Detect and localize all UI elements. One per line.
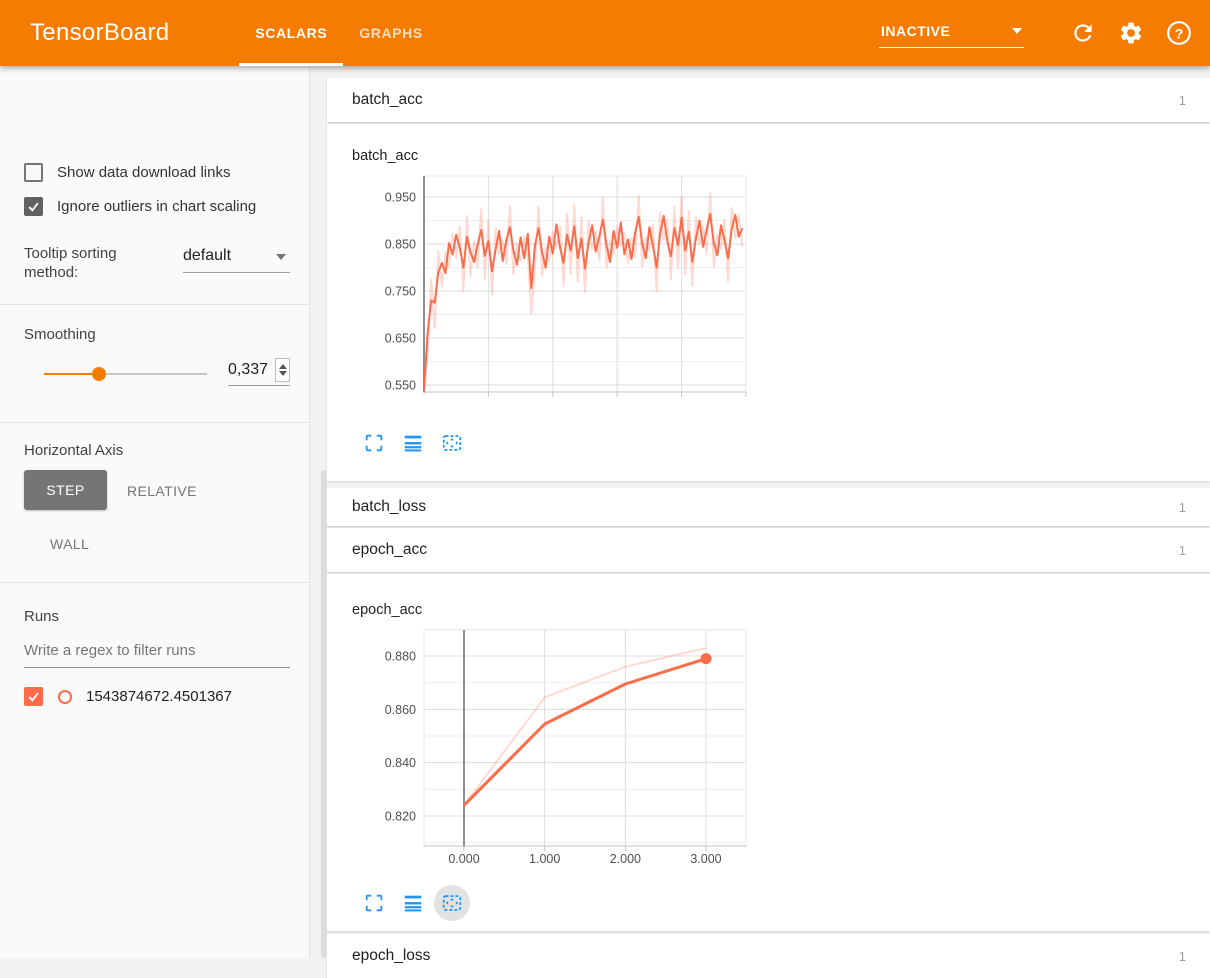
chart-toolbar <box>362 431 774 455</box>
checkbox-show-download-links[interactable]: Show data download links <box>24 163 310 182</box>
settings-gear-icon[interactable] <box>1118 20 1144 46</box>
category-header-batch-loss[interactable]: batch_loss 1 <box>327 488 1210 526</box>
svg-text:0.550: 0.550 <box>385 378 416 392</box>
scrollbar-thumb[interactable] <box>321 470 327 958</box>
divider <box>0 582 310 583</box>
svg-text:0.000: 0.000 <box>448 852 479 866</box>
category-panel-batch-acc: batch_acc 0.550 0.650 0.750 0.850 0.950 <box>327 124 1210 481</box>
expand-chart-icon[interactable] <box>362 891 386 915</box>
svg-text:2.000: 2.000 <box>610 852 641 866</box>
svg-text:3.000: 3.000 <box>690 852 721 866</box>
svg-text:0.840: 0.840 <box>385 756 416 770</box>
svg-text:0.750: 0.750 <box>385 285 416 299</box>
svg-text:1.000: 1.000 <box>529 852 560 866</box>
smoothing-value: 0,337 <box>228 361 275 379</box>
axis-button-wall[interactable]: WALL <box>50 536 89 552</box>
svg-text:0.880: 0.880 <box>385 650 416 664</box>
chart-card-batch-acc: batch_acc 0.550 0.650 0.750 0.850 0.950 <box>344 148 774 455</box>
spinner-up-icon[interactable] <box>279 364 287 369</box>
run-checkbox-checked-icon[interactable] <box>24 687 43 706</box>
tooltip-sorting-value: default <box>183 247 231 272</box>
tab-scalars[interactable]: SCALARS <box>239 0 343 66</box>
horizontal-axis-label: Horizontal Axis <box>24 442 123 459</box>
category-header-epoch-loss[interactable]: epoch_loss 1 <box>327 934 1210 978</box>
chevron-down-icon <box>1012 28 1022 34</box>
chart-title: epoch_acc <box>344 602 774 626</box>
checkbox-unchecked-icon <box>24 163 43 182</box>
fit-domain-icon[interactable] <box>440 431 464 455</box>
category-panel-epoch-acc: epoch_acc 0.820 0.840 0.860 0.880 0.000 1.000… <box>327 574 1210 931</box>
smoothing-label: Smoothing <box>24 326 96 343</box>
number-spinner[interactable] <box>275 358 290 382</box>
run-color-ring-icon <box>58 690 72 704</box>
divider <box>0 304 310 305</box>
app-title: TensorBoard <box>30 19 169 47</box>
category-count-badge: 1 <box>1179 543 1186 558</box>
status-label: INACTIVE <box>881 23 950 39</box>
line-chart-batch-acc[interactable]: 0.550 0.650 0.750 0.850 0.950 <box>344 172 754 402</box>
svg-text:0.850: 0.850 <box>385 238 416 252</box>
line-chart-epoch-acc[interactable]: 0.820 0.840 0.860 0.880 0.000 1.000 2.000 3.000 <box>344 626 754 874</box>
runs-filter-input[interactable] <box>24 642 290 668</box>
category-count-badge: 1 <box>1179 500 1186 515</box>
spinner-down-icon[interactable] <box>279 371 287 376</box>
svg-text:0.820: 0.820 <box>385 810 416 824</box>
category-header-batch-acc[interactable]: batch_acc 1 <box>327 78 1210 122</box>
chart-toolbar <box>362 885 774 921</box>
checkbox-ignore-outliers[interactable]: Ignore outliers in chart scaling <box>24 197 310 216</box>
tab-bar: SCALARS GRAPHS <box>239 0 438 66</box>
axis-button-step[interactable]: STEP <box>24 470 107 510</box>
run-list-item[interactable]: 1543874672.4501367 <box>24 687 232 706</box>
log-scale-icon[interactable] <box>401 431 425 455</box>
category-count-badge: 1 <box>1179 93 1186 108</box>
svg-text:0.950: 0.950 <box>385 191 416 205</box>
chevron-down-icon <box>276 254 286 260</box>
app-header: TensorBoard SCALARS GRAPHS INACTIVE ? <box>0 0 1210 66</box>
svg-text:0.650: 0.650 <box>385 332 416 346</box>
category-count-badge: 1 <box>1179 949 1186 964</box>
chart-title: batch_acc <box>344 148 774 172</box>
settings-sidebar: Show data download links Ignore outliers… <box>0 66 310 958</box>
slider-thumb[interactable] <box>92 367 106 381</box>
log-scale-icon[interactable] <box>401 891 425 915</box>
tab-graphs[interactable]: GRAPHS <box>343 0 439 66</box>
help-icon[interactable]: ? <box>1166 20 1192 46</box>
run-name: 1543874672.4501367 <box>86 688 232 705</box>
status-dropdown[interactable]: INACTIVE <box>879 19 1024 48</box>
expand-chart-icon[interactable] <box>362 431 386 455</box>
tooltip-sorting-dropdown[interactable]: default <box>183 247 290 273</box>
axis-button-relative[interactable]: RELATIVE <box>127 483 197 499</box>
category-header-epoch-acc[interactable]: epoch_acc 1 <box>327 528 1210 572</box>
checkbox-checked-icon <box>24 197 43 216</box>
smoothing-value-input[interactable]: 0,337 <box>228 358 290 386</box>
scalars-dashboard: batch_acc 1 batch_acc 0.550 0.650 0.750 0.8… <box>327 66 1210 978</box>
smoothing-slider[interactable] <box>44 373 207 375</box>
chart-card-epoch-acc: epoch_acc 0.820 0.840 0.860 0.880 0.000 1.000… <box>344 602 774 921</box>
divider <box>0 422 310 423</box>
refresh-icon[interactable] <box>1070 20 1096 46</box>
svg-text:0.860: 0.860 <box>385 703 416 717</box>
header-actions: INACTIVE ? <box>879 19 1192 48</box>
tooltip-sorting-label: Tooltip sorting method: <box>24 244 136 282</box>
svg-text:?: ? <box>1175 25 1184 41</box>
fit-domain-icon-active[interactable] <box>434 885 470 921</box>
slider-fill <box>44 373 99 375</box>
runs-label: Runs <box>24 608 59 625</box>
